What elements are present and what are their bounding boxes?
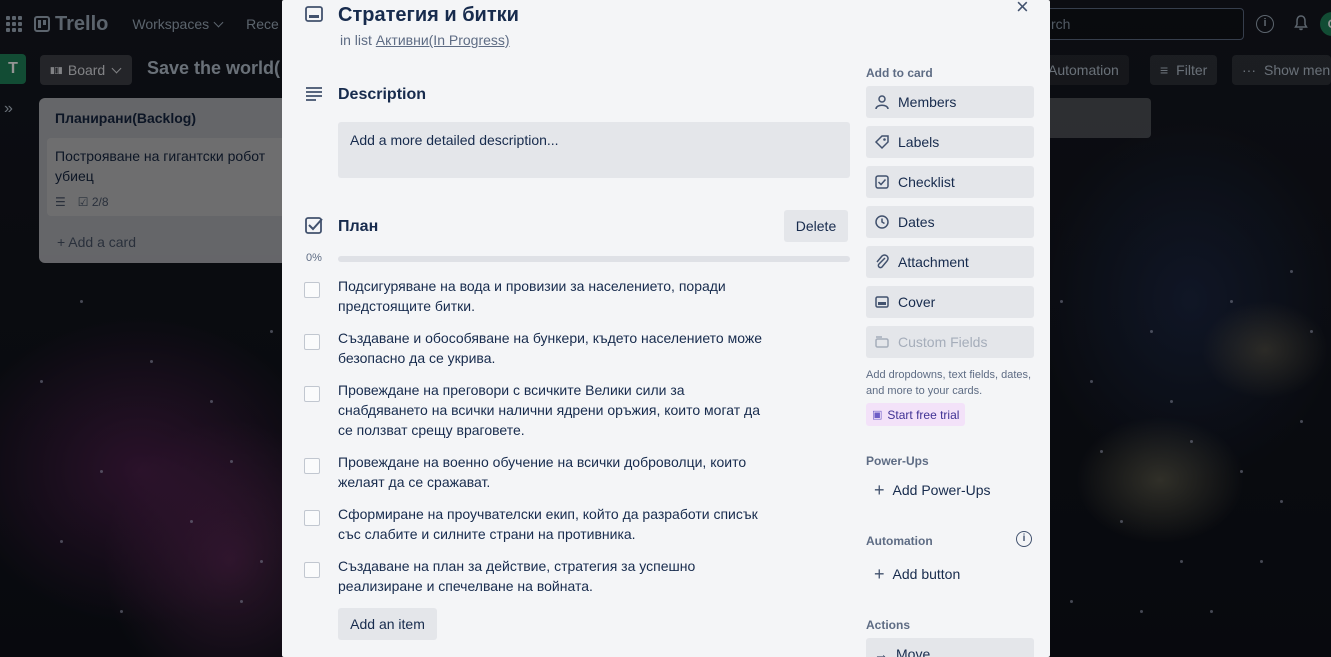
- list-link[interactable]: Активни(In Progress): [376, 32, 510, 48]
- checklist-progress-bar: [338, 256, 850, 262]
- card-icon: [305, 6, 323, 22]
- in-list-prefix: in list: [340, 32, 372, 48]
- delete-checklist-button[interactable]: Delete: [784, 210, 848, 242]
- trial-label: Start free trial: [887, 407, 960, 422]
- add-checklist-item-button[interactable]: Add an item: [338, 608, 437, 640]
- cover-label: Cover: [898, 294, 936, 310]
- description-icon: [306, 87, 322, 101]
- add-power-ups-button[interactable]: + Add Power-Ups: [866, 474, 1034, 506]
- labels-button[interactable]: Labels: [866, 126, 1034, 158]
- member-icon: [875, 95, 889, 110]
- info-icon[interactable]: i: [1016, 531, 1032, 547]
- item-text[interactable]: Провеждане на преговори с всичките Велик…: [338, 380, 768, 440]
- item-checkbox[interactable]: [304, 282, 320, 298]
- item-checkbox[interactable]: [304, 334, 320, 350]
- power-ups-heading: Power-Ups: [866, 454, 929, 468]
- checklist-title[interactable]: План: [338, 218, 378, 236]
- item-checkbox[interactable]: [304, 510, 320, 526]
- item-text[interactable]: Сформиране на проучвателски екип, който …: [338, 504, 768, 544]
- custom-fields-icon: [875, 336, 889, 348]
- cover-button[interactable]: Cover: [866, 286, 1034, 318]
- custom-fields-note: Add dropdowns, text fields, dates, and m…: [866, 369, 1032, 397]
- attachment-button[interactable]: Attachment: [866, 246, 1034, 278]
- cover-icon: [875, 296, 889, 308]
- automation-heading: Automation: [866, 534, 933, 548]
- paperclip-icon: [876, 254, 889, 269]
- checklist-icon: [875, 175, 889, 189]
- plus-icon: +: [874, 479, 885, 500]
- item-checkbox[interactable]: [304, 458, 320, 474]
- checklist-label: Checklist: [898, 174, 955, 190]
- item-text[interactable]: Провеждане на военно обучение на всички …: [338, 452, 768, 492]
- plus-icon: +: [874, 563, 885, 584]
- arrow-right-icon: →: [874, 646, 888, 657]
- checklist-icon: [305, 217, 323, 234]
- item-text[interactable]: Подсигуряване на вода и провизии за насе…: [338, 276, 768, 316]
- clock-icon: [875, 215, 889, 229]
- labels-label: Labels: [898, 134, 940, 150]
- briefcase-icon: ▣: [872, 409, 883, 421]
- custom-fields-label: Custom Fields: [898, 334, 988, 350]
- custom-fields-button[interactable]: Custom Fields: [866, 326, 1034, 358]
- add-to-card-heading: Add to card: [866, 66, 933, 80]
- dates-label: Dates: [898, 214, 935, 230]
- checklist-progress-percent: 0%: [306, 252, 322, 264]
- item-text[interactable]: Създаване на план за действие, стратегия…: [338, 556, 768, 596]
- add-button-button[interactable]: + Add button: [866, 558, 1034, 590]
- members-button[interactable]: Members: [866, 86, 1034, 118]
- description-placeholder: Add a more detailed description...: [350, 132, 559, 148]
- add-power-ups-label: Add Power-Ups: [892, 482, 991, 498]
- start-free-trial-button[interactable]: ▣ Start free trial: [866, 403, 965, 426]
- card-detail-modal: × Стратегия и битки in list Активни(In P…: [282, 0, 1050, 657]
- close-icon[interactable]: ×: [1016, 0, 1029, 20]
- members-label: Members: [898, 94, 957, 110]
- move-label: Move: [896, 646, 931, 657]
- card-list-location: in list Активни(In Progress): [340, 32, 510, 48]
- add-button-label: Add button: [892, 566, 961, 582]
- card-title[interactable]: Стратегия и битки: [338, 4, 519, 27]
- move-button[interactable]: → Move: [866, 638, 1034, 657]
- description-input[interactable]: Add a more detailed description...: [338, 122, 850, 178]
- item-checkbox[interactable]: [304, 562, 320, 578]
- item-checkbox[interactable]: [304, 386, 320, 402]
- attachment-label: Attachment: [898, 254, 969, 270]
- description-heading: Description: [338, 86, 427, 103]
- label-tag-icon: [874, 135, 889, 150]
- checklist-button[interactable]: Checklist: [866, 166, 1034, 198]
- dates-button[interactable]: Dates: [866, 206, 1034, 238]
- actions-heading: Actions: [866, 618, 911, 632]
- item-text[interactable]: Създаване и обособяване на бункери, къде…: [338, 328, 768, 368]
